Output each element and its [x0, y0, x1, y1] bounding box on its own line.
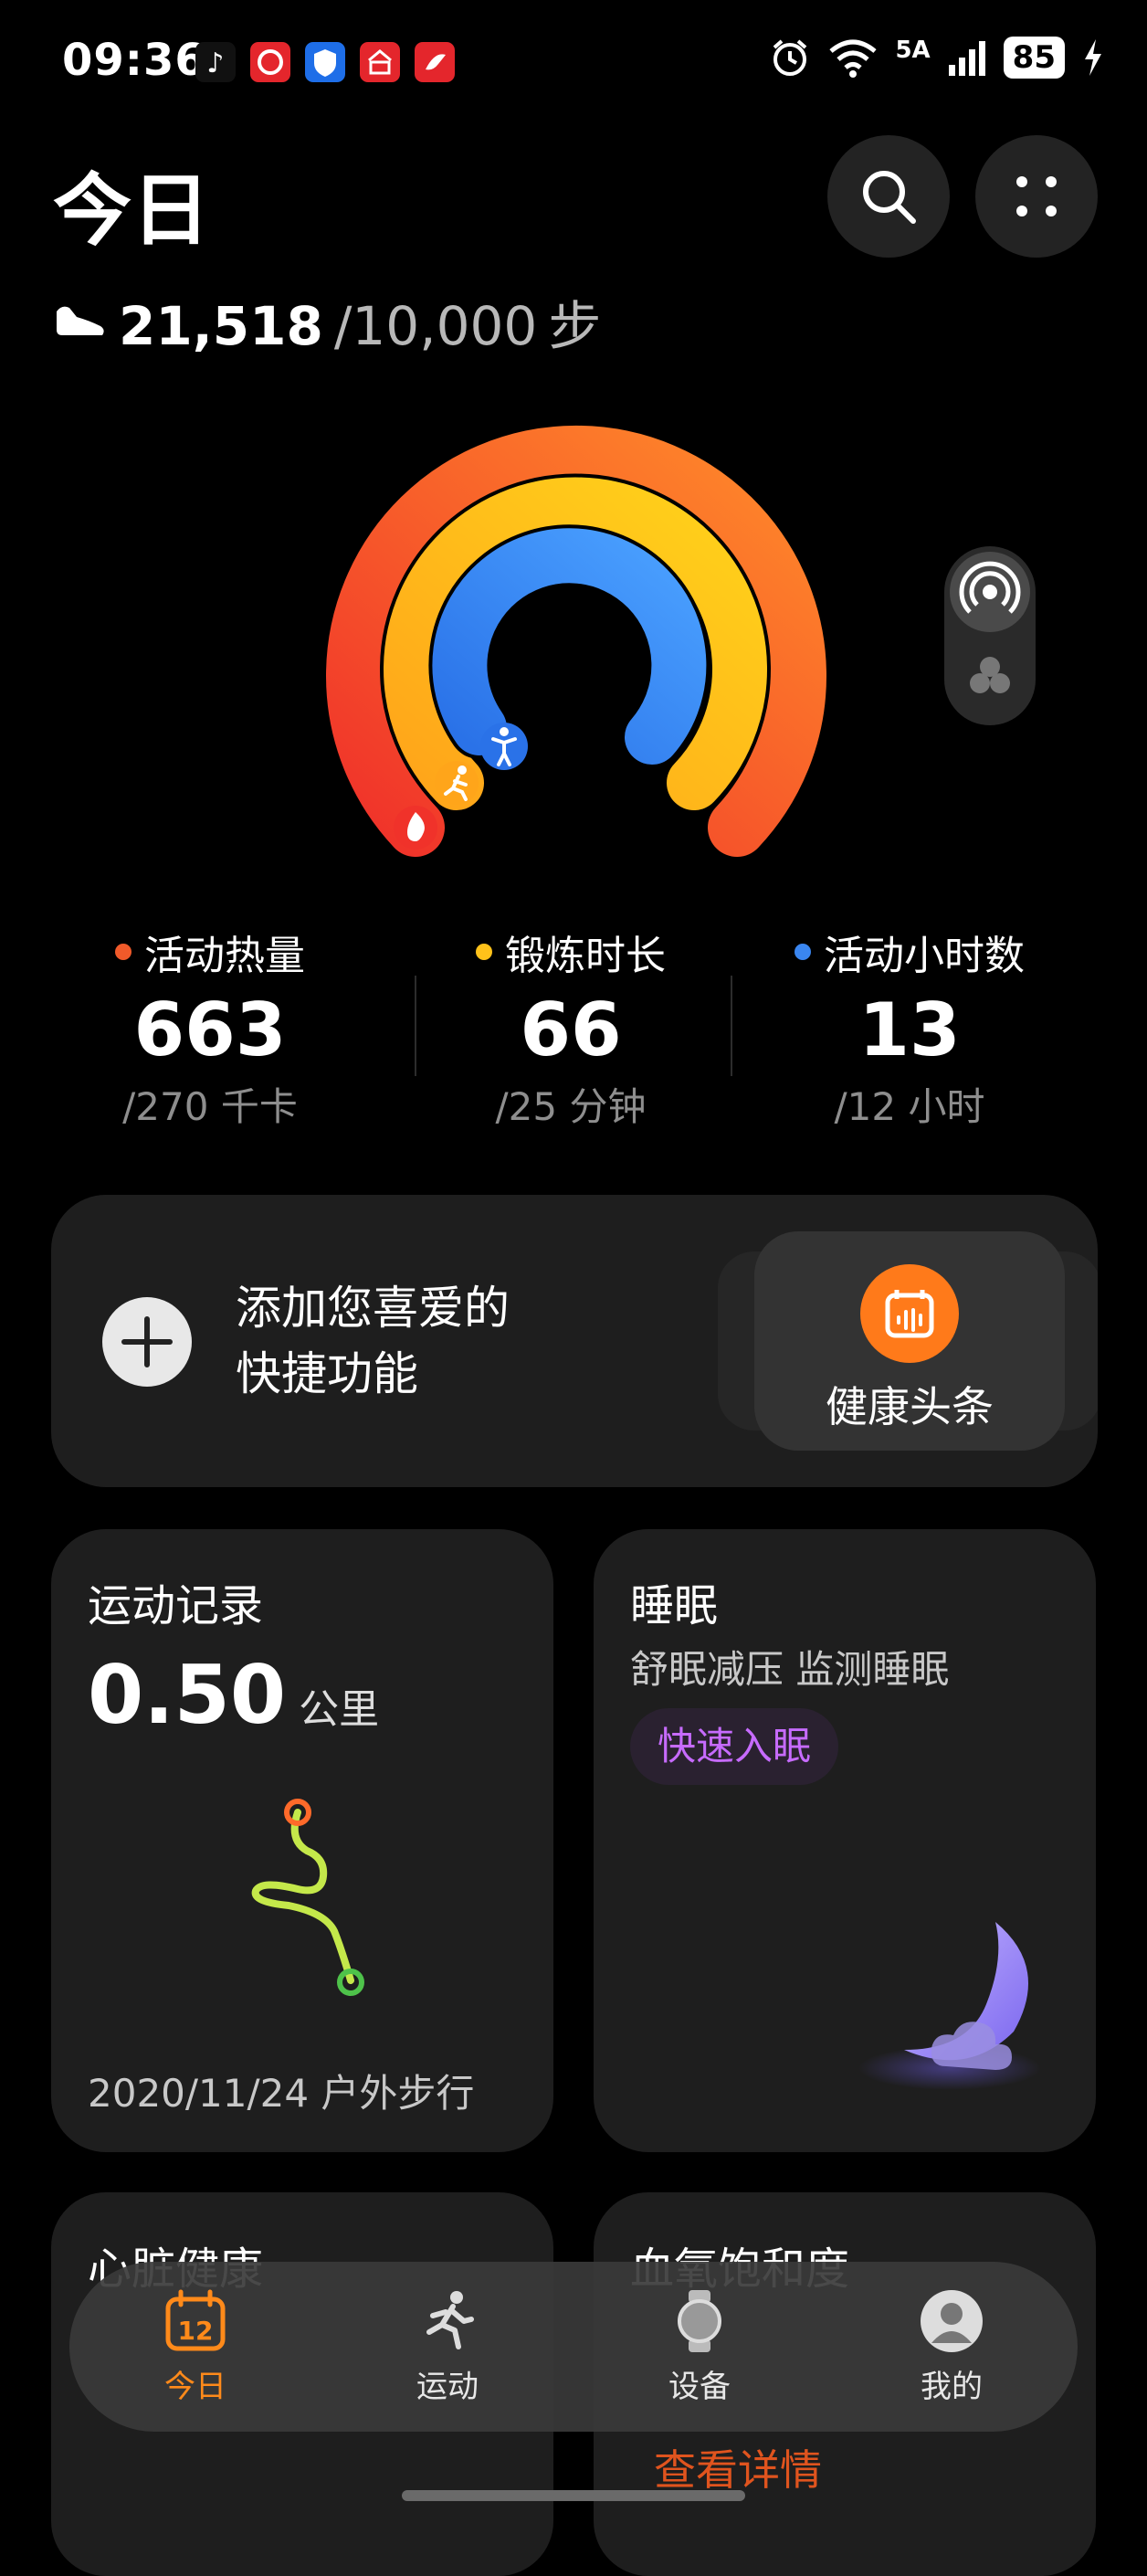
stat-active-hours[interactable]: 活动小时数 13 /12 小时: [754, 923, 1065, 1132]
home-indicator[interactable]: [402, 2490, 745, 2501]
bottom-nav: 12 今日 运动 设备 我的: [69, 2262, 1078, 2432]
stat-target: /25 分钟: [495, 1084, 647, 1129]
hours-dot: [794, 944, 811, 960]
wifi-icon: [829, 39, 878, 78]
plus-icon: [121, 1316, 173, 1367]
add-shortcut-line: 快捷功能: [236, 1347, 418, 1400]
health-news-icon: [860, 1264, 959, 1363]
broadcast-icon: [959, 561, 1021, 614]
add-shortcut-text: 添加您喜爱的 快捷功能: [236, 1275, 510, 1407]
grid-dots-icon: [1016, 176, 1057, 216]
exercise-dot: [476, 944, 492, 960]
steps-summary[interactable]: 21,518 /10,000 步: [53, 283, 601, 360]
steps-goal: /10,000: [333, 295, 538, 357]
sleep-subtitle: 舒眠减压 监测睡眠: [630, 1647, 950, 1692]
health-news-label: 健康头条: [826, 1382, 994, 1431]
moon-cloud-icon: [858, 1922, 1041, 2090]
status-time: 09:36: [62, 35, 206, 86]
distance-readout: 0.50 公里: [88, 1648, 379, 1742]
nav-label: 运动: [416, 2368, 479, 2405]
app-icon: [415, 42, 455, 82]
status-icons: 5A 85: [769, 37, 1105, 79]
distance-value: 0.50: [88, 1648, 287, 1742]
page-title: 今日: [53, 165, 210, 257]
alarm-icon: [773, 39, 807, 76]
watch-icon: [678, 2289, 721, 2352]
exercise-record-card[interactable]: 运动记录 0.50 公里 2020/11/24 户外步行: [51, 1529, 553, 2152]
record-text: 2020/11/24 户外步行: [88, 2071, 475, 2116]
running-icon: [435, 761, 479, 805]
steps-unit: 步: [548, 295, 602, 357]
signal-icon: [948, 41, 985, 76]
battery-icon: 85: [1003, 37, 1065, 79]
stat-value: 663: [133, 987, 287, 1072]
tiktok-icon: ♪: [195, 42, 236, 82]
card-title: 运动记录: [88, 1580, 264, 1631]
sleep-card[interactable]: 睡眠 舒眠减压 监测睡眠 快速入眠: [594, 1529, 1096, 2152]
stat-exercise[interactable]: 锻炼时长 66 /25 分钟: [416, 923, 726, 1132]
shortcut-card[interactable]: 添加您喜爱的 快捷功能 健康头条: [51, 1195, 1098, 1487]
stat-label: 锻炼时长: [505, 933, 666, 979]
shield-app-icon: [305, 42, 345, 82]
stat-label: 活动热量: [144, 933, 305, 979]
flame-icon: [394, 806, 437, 850]
network-type: 5A: [895, 37, 931, 64]
search-icon: [863, 171, 916, 224]
nav-devices[interactable]: 设备: [617, 2288, 782, 2406]
bank-app-icon: [360, 42, 400, 82]
stat-value: 13: [858, 987, 961, 1072]
shoe-icon: [57, 306, 104, 335]
standing-icon: [480, 723, 528, 770]
nav-label: 今日: [164, 2368, 226, 2405]
quick-sleep-button[interactable]: 快速入眠: [630, 1708, 839, 1785]
running-icon: [426, 2290, 474, 2349]
view-details-link[interactable]: 查看详情: [654, 2437, 822, 2497]
route-map-icon: [251, 1799, 364, 1996]
calories-dot: [115, 944, 132, 960]
stat-target: /270 千卡: [122, 1084, 298, 1129]
stat-calories[interactable]: 活动热量 663 /270 千卡: [55, 923, 365, 1132]
add-shortcut-line: 添加您喜爱的: [236, 1282, 510, 1335]
three-circles-icon: [970, 657, 1010, 693]
ring-mode-switch[interactable]: [944, 546, 1036, 725]
nav-label: 设备: [668, 2368, 731, 2405]
charging-icon: [1085, 39, 1101, 76]
stat-value: 66: [520, 987, 622, 1072]
steps-value: 21,518: [119, 295, 323, 357]
card-title: 睡眠: [630, 1580, 719, 1631]
stat-divider: [731, 976, 732, 1076]
more-button[interactable]: [975, 135, 1098, 258]
nav-exercise[interactable]: 运动: [365, 2288, 530, 2406]
nav-today[interactable]: 12 今日: [113, 2288, 278, 2406]
user-icon: [921, 2289, 983, 2352]
stat-target: /12 小时: [834, 1084, 985, 1129]
calendar-icon: 12: [165, 2289, 226, 2350]
stat-label: 活动小时数: [824, 933, 1025, 979]
health-news-shortcut[interactable]: 健康头条: [754, 1231, 1065, 1451]
svg-text:♪: ♪: [206, 48, 224, 79]
activity-rings[interactable]: [310, 406, 840, 882]
broadcast-mode-button[interactable]: [950, 552, 1030, 632]
nav-me[interactable]: 我的: [869, 2288, 1034, 2406]
calendar-day: 12: [178, 2316, 214, 2346]
add-shortcut-button[interactable]: [102, 1297, 192, 1387]
search-button[interactable]: [827, 135, 950, 258]
app-icon: [250, 42, 290, 82]
nav-label: 我的: [921, 2368, 983, 2405]
distance-unit: 公里: [299, 1686, 380, 1733]
